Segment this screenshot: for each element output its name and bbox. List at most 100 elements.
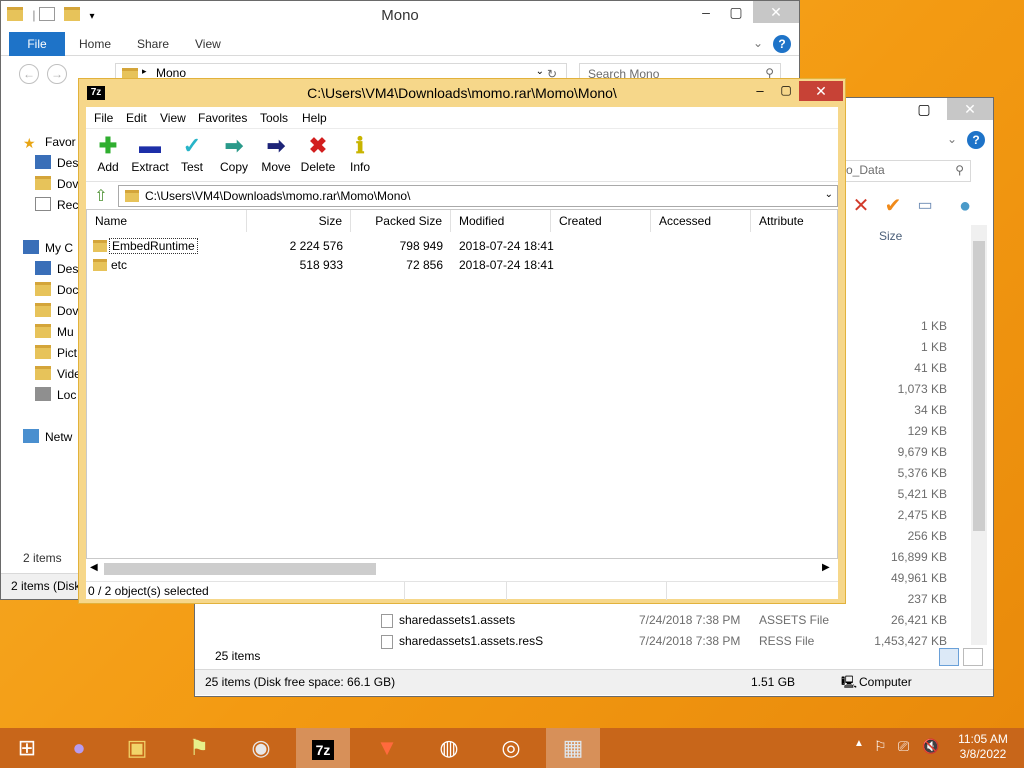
- sidebar-item[interactable]: Des: [35, 153, 78, 173]
- help-icon[interactable]: ?: [773, 35, 791, 53]
- file-size: 49,961 KB: [890, 571, 947, 585]
- address-combobox[interactable]: C:\Users\VM4\Downloads\momo.rar\Momo\Mon…: [118, 185, 838, 207]
- column-attributes[interactable]: Attribute: [751, 210, 837, 232]
- vertical-scrollbar[interactable]: [971, 225, 987, 645]
- test-button[interactable]: ✓ Test: [170, 134, 214, 175]
- sidebar-item[interactable]: Doc: [35, 280, 78, 300]
- maximize-button[interactable]: ▢: [775, 83, 797, 101]
- scroll-left-icon[interactable]: ◀: [90, 562, 98, 573]
- minimize-button[interactable]: –: [749, 83, 771, 101]
- menu-edit[interactable]: Edit: [126, 111, 147, 125]
- maximize-button[interactable]: ▢: [901, 98, 947, 120]
- sevenzip-window[interactable]: 7z C:\Users\VM4\Downloads\momo.rar\Momo\…: [78, 78, 846, 604]
- sidebar-item[interactable]: Dov: [35, 301, 78, 321]
- windows-flag-icon[interactable]: ⚑: [172, 728, 226, 768]
- maximize-button[interactable]: ▢: [721, 1, 751, 23]
- scroll-thumb[interactable]: [104, 563, 376, 575]
- sidebar-item[interactable]: Dov: [35, 174, 78, 194]
- computer-icon: 🖳: [841, 675, 858, 689]
- delete-button[interactable]: ✖ Delete: [296, 134, 340, 175]
- extract-button[interactable]: ▬ Extract: [128, 133, 172, 175]
- sidebar-item[interactable]: Des: [35, 259, 78, 279]
- network-icon[interactable]: ⎚: [898, 738, 909, 755]
- column-modified[interactable]: Modified: [451, 210, 551, 232]
- sidebar-item[interactable]: My C: [23, 238, 73, 258]
- sidebar-item[interactable]: Mu: [35, 322, 74, 342]
- menu-view[interactable]: View: [160, 111, 186, 125]
- chevron-down-icon[interactable]: ⌄: [947, 132, 957, 146]
- scroll-thumb[interactable]: [973, 241, 985, 531]
- delete-icon[interactable]: ✕: [849, 194, 873, 218]
- chrome-icon[interactable]: ◉: [234, 728, 288, 768]
- sidebar-item[interactable]: Rec: [35, 195, 78, 215]
- size-column-header[interactable]: Size: [879, 229, 902, 243]
- menu-file[interactable]: File: [94, 111, 113, 125]
- file-list[interactable]: Name Size Packed Size Modified Created A…: [86, 209, 838, 559]
- yandex-browser-icon[interactable]: ◍: [422, 728, 476, 768]
- info-button[interactable]: ℹ Info: [338, 134, 382, 175]
- back-button[interactable]: ←: [19, 64, 39, 84]
- folder-icon: [35, 366, 51, 380]
- action-center-icon[interactable]: ⚐: [874, 738, 887, 755]
- search-input[interactable]: o_Data ⚲: [841, 160, 971, 182]
- tab-file[interactable]: File: [9, 32, 65, 56]
- help-icon[interactable]: ?: [967, 131, 985, 149]
- monitor-app-icon[interactable]: ▦: [546, 728, 600, 768]
- title-bar[interactable]: 7z C:\Users\VM4\Downloads\momo.rar\Momo\…: [79, 79, 845, 107]
- properties-icon[interactable]: ▭: [913, 194, 937, 218]
- horizontal-scrollbar[interactable]: ◀ ▶: [86, 560, 838, 578]
- close-button[interactable]: ✕: [799, 81, 843, 101]
- menu-tools[interactable]: Tools: [260, 111, 288, 125]
- copy-button[interactable]: ➡ Copy: [212, 134, 256, 175]
- column-size[interactable]: Size: [247, 210, 351, 232]
- list-item[interactable]: sharedassets1.assets.resS 7/24/2018 7:38…: [381, 631, 951, 652]
- title-bar[interactable]: | ▾ Mono – ▢ ✕: [1, 1, 799, 31]
- column-created[interactable]: Created: [551, 210, 651, 232]
- minus-icon: ▬: [139, 133, 161, 158]
- table-row[interactable]: EmbedRuntime 2 224 576 798 949 2018-07-2…: [87, 237, 837, 256]
- status-bar: 0 / 2 object(s) selected: [86, 581, 838, 600]
- file-explorer-icon[interactable]: ▣: [110, 728, 164, 768]
- large-icons-view-icon[interactable]: [963, 648, 983, 666]
- tab-view[interactable]: View: [181, 32, 235, 56]
- column-accessed[interactable]: Accessed: [651, 210, 751, 232]
- chevron-down-icon[interactable]: ⌄: [753, 36, 763, 50]
- desktop-icon: [35, 155, 51, 169]
- list-item[interactable]: sharedassets1.assets 7/24/2018 7:38 PM A…: [381, 610, 951, 631]
- tab-home[interactable]: Home: [65, 32, 125, 56]
- chevron-up-icon[interactable]: ▲: [854, 738, 864, 749]
- chevron-down-icon[interactable]: ⌄: [536, 66, 544, 77]
- move-button[interactable]: ➡ Move: [254, 134, 298, 175]
- yandex-icon[interactable]: ◎: [484, 728, 538, 768]
- folder-icon: [93, 240, 107, 252]
- up-folder-icon[interactable]: ⇧: [90, 186, 112, 206]
- close-button[interactable]: ✕: [753, 1, 799, 23]
- brave-icon[interactable]: ▼: [360, 728, 414, 768]
- sidebar-item[interactable]: Vide: [35, 364, 81, 384]
- table-row[interactable]: etc 518 933 72 856 2018-07-24 18:41: [87, 256, 837, 275]
- sevenzip-taskbar-icon[interactable]: 7z: [296, 728, 350, 768]
- chevron-down-icon[interactable]: ⌄: [825, 189, 833, 200]
- close-button[interactable]: ✕: [947, 98, 993, 120]
- sidebar-item[interactable]: ★ Favor: [23, 132, 76, 152]
- file-size: 129 KB: [907, 424, 947, 438]
- sidebar-item[interactable]: Loc: [35, 385, 76, 405]
- volume-muted-icon[interactable]: 🔇: [922, 738, 939, 755]
- forward-button[interactable]: →: [47, 64, 67, 84]
- minimize-button[interactable]: –: [691, 1, 721, 23]
- tab-share[interactable]: Share: [123, 32, 183, 56]
- details-view-icon[interactable]: [939, 648, 959, 666]
- menu-favorites[interactable]: Favorites: [198, 111, 247, 125]
- column-name[interactable]: Name: [87, 210, 247, 232]
- scroll-right-icon[interactable]: ▶: [822, 562, 830, 573]
- alice-assistant-icon[interactable]: ●: [52, 728, 106, 768]
- clock[interactable]: 11:05 AM 3/8/2022: [948, 732, 1018, 762]
- sidebar-item[interactable]: Netw: [23, 427, 72, 447]
- sidebar-item[interactable]: Pict: [35, 343, 77, 363]
- shell-icon[interactable]: ●: [953, 194, 977, 218]
- column-packed-size[interactable]: Packed Size: [351, 210, 451, 232]
- check-icon[interactable]: ✔: [881, 194, 905, 218]
- start-button[interactable]: ⊞: [0, 728, 54, 768]
- add-button[interactable]: ✚ Add: [86, 134, 130, 175]
- menu-help[interactable]: Help: [302, 111, 327, 125]
